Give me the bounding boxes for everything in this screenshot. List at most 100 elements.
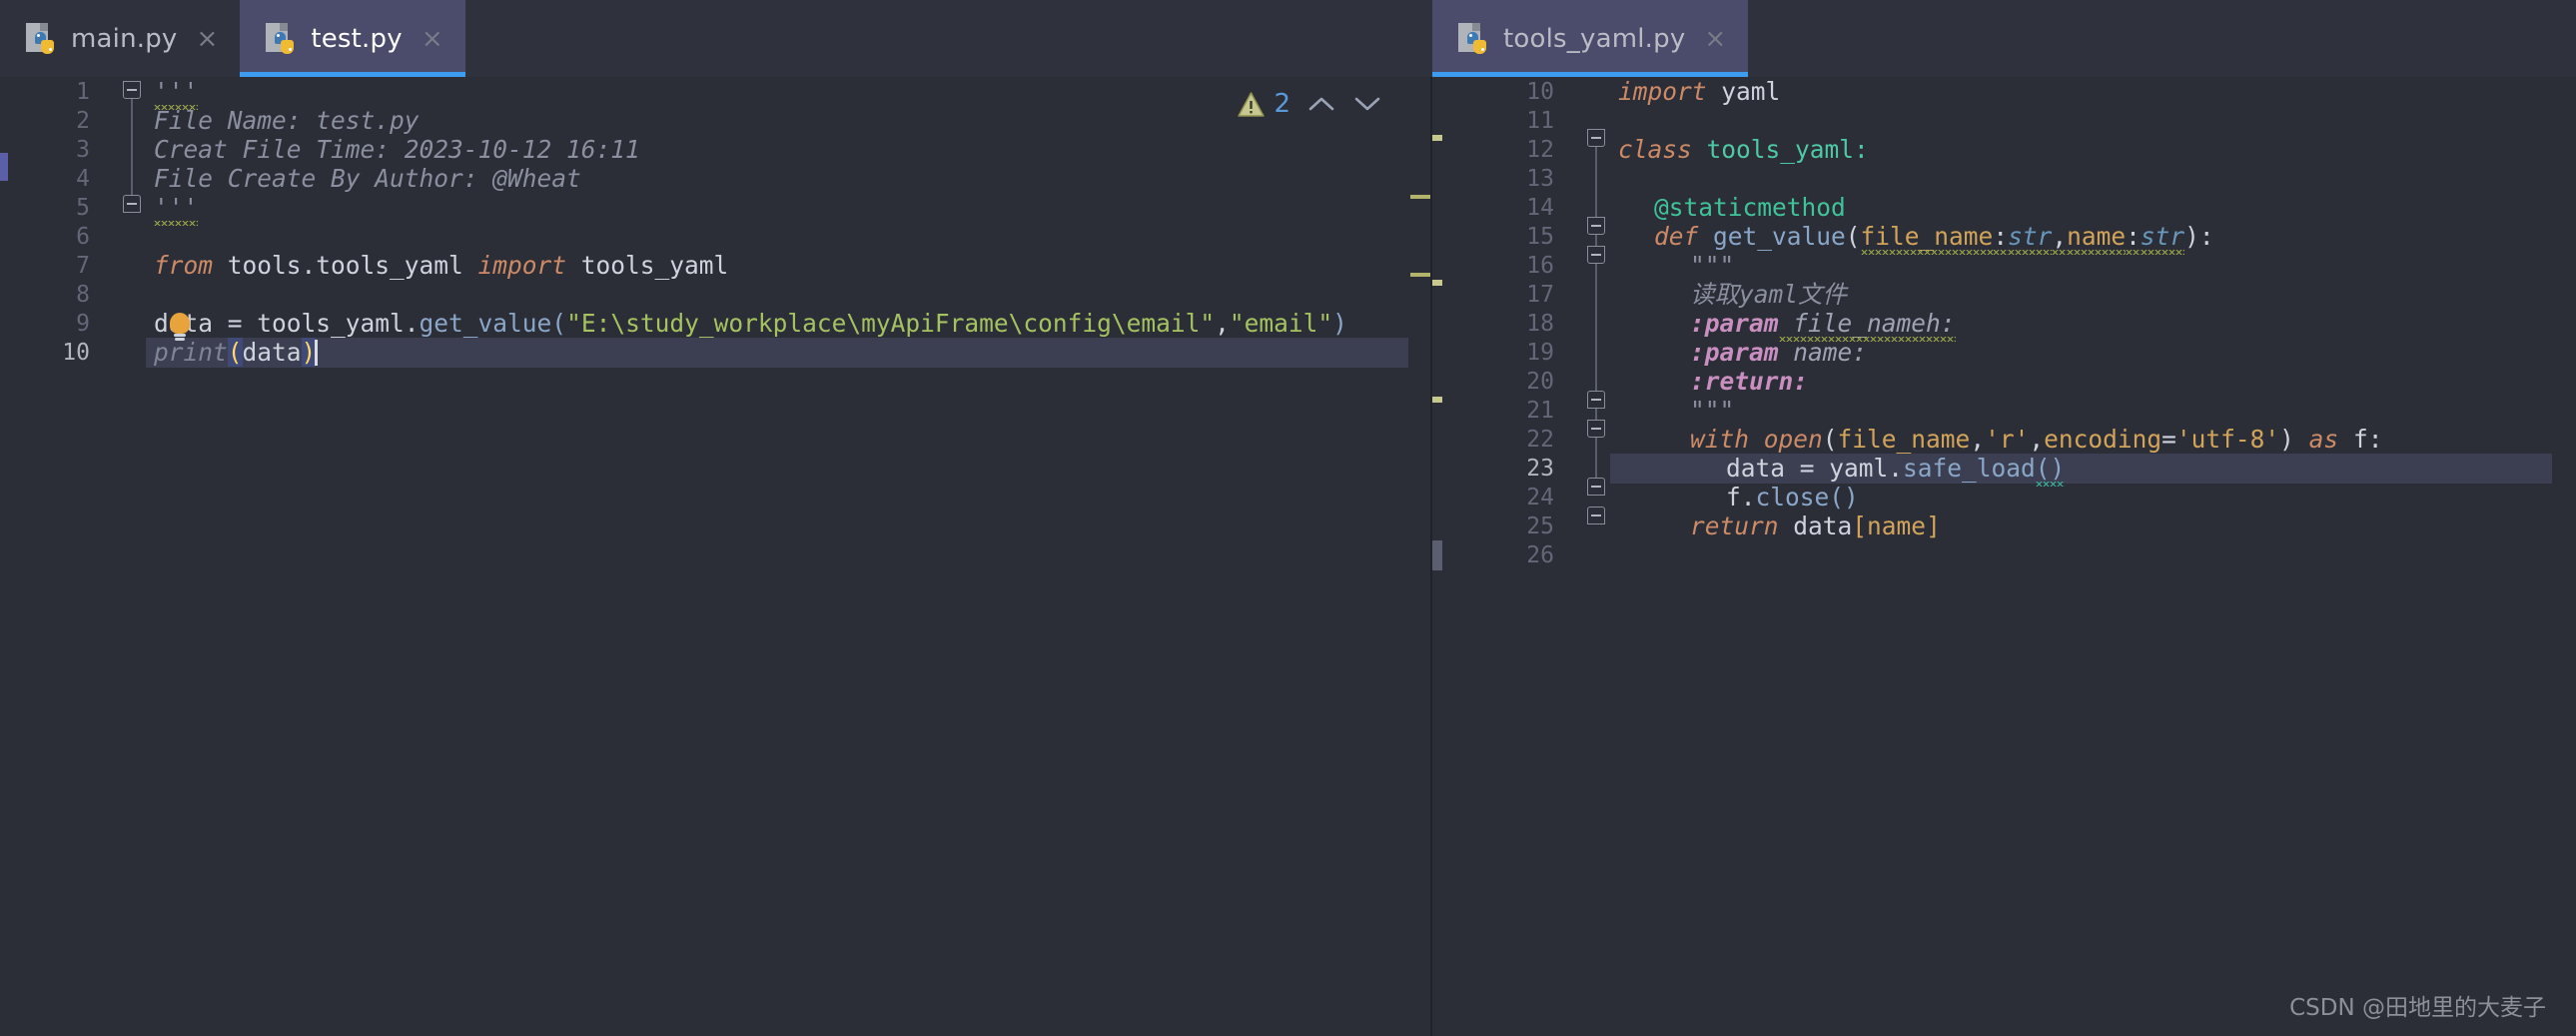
comma: ,: [1970, 425, 1986, 454]
code-line-20: :return:: [1610, 367, 2552, 397]
bracket-open: [: [1852, 512, 1868, 540]
line-number: 17: [1526, 282, 1554, 308]
fold-toggle-icon[interactable]: [1587, 129, 1605, 147]
docstring-text: File Create By Author: @Wheat: [154, 164, 581, 193]
paren-open-matched: (: [227, 338, 243, 367]
chevron-up-icon[interactable]: [1306, 89, 1336, 119]
builtin-open: open: [1749, 425, 1823, 454]
call-parens: (): [1829, 483, 1859, 512]
docstring-param-name: name:: [1778, 338, 1868, 367]
line-number-gutter-right[interactable]: 10 11 12 13 14 15 16 17 18 19 20 21 22 2…: [1442, 77, 1582, 1036]
line-number: 14: [1526, 195, 1554, 221]
fold-toggle-icon[interactable]: [1587, 420, 1605, 438]
function-name: get_value: [1698, 222, 1846, 251]
error-stripe-right[interactable]: [2552, 77, 2576, 1036]
code-line-7: from tools.tools_yaml import tools_yaml: [146, 251, 1408, 281]
object-ref: yaml.: [1829, 454, 1904, 483]
line-number-gutter-left[interactable]: 1 2 3 4 5 6 7 8 9 10: [10, 77, 118, 1036]
error-stripe-left[interactable]: [1408, 77, 1432, 1036]
line-number: 4: [76, 166, 90, 192]
code-line-16: """: [1610, 251, 2552, 281]
close-icon[interactable]: ×: [422, 26, 443, 52]
chevron-down-icon[interactable]: [1352, 89, 1382, 119]
method-safe-load: safe_load: [1903, 454, 2036, 483]
warning-indicator[interactable]: 2: [1238, 89, 1290, 119]
keyword-return: return: [1690, 512, 1779, 540]
line-number: 6: [76, 224, 90, 250]
line-number: 11: [1526, 108, 1554, 134]
parameter-name: name: [2067, 222, 2127, 251]
code-line-9: data = tools_yaml.get_value("E:\study_wo…: [146, 309, 1408, 339]
keyword-from: from: [154, 251, 214, 280]
line-number: 25: [1526, 514, 1554, 539]
line-number: 7: [76, 253, 90, 279]
editor-tab-bar: main.py × test.py × tools_yaml.py ×: [0, 0, 2576, 77]
left-marker-strip[interactable]: [0, 77, 10, 1036]
close-icon[interactable]: ×: [197, 26, 219, 52]
fold-toggle-icon[interactable]: [1587, 217, 1605, 235]
ide-window: main.py × test.py × tools_yaml.py × 1 2 …: [0, 0, 2576, 1036]
bookmark-marker: [0, 153, 8, 181]
argument: data: [242, 338, 302, 367]
comma: ,: [2052, 222, 2068, 251]
call-parens: (): [2035, 454, 2066, 483]
keyword-as: as: [2293, 425, 2339, 454]
docstring-param-name: file_nameh:: [1778, 309, 1956, 338]
kwarg-encoding: encoding: [2044, 425, 2162, 454]
warning-tick[interactable]: [1410, 195, 1430, 199]
line-number: 2: [76, 108, 90, 134]
editor-pane-tools-yaml-py: 10 11 12 13 14 15 16 17 18 19 20 21 22 2…: [1432, 77, 2576, 1036]
fold-toggle-icon[interactable]: [1587, 507, 1605, 524]
paren-close: ): [1332, 309, 1347, 338]
warning-triangle-icon: [1238, 91, 1266, 117]
tab-tools-yaml-py[interactable]: tools_yaml.py ×: [1432, 0, 1749, 77]
code-line-25: return data[name]: [1610, 512, 2552, 541]
fold-toggle-icon[interactable]: [1587, 478, 1605, 496]
tab-main-py[interactable]: main.py ×: [0, 0, 240, 77]
close-icon[interactable]: ×: [1704, 26, 1726, 52]
tab-group-right: tools_yaml.py ×: [1432, 0, 1749, 77]
line-number: 22: [1526, 427, 1554, 453]
python-file-icon: [266, 22, 296, 55]
docstring-close-quotes: ''': [154, 193, 199, 222]
docstring-tag-param: :param: [1690, 309, 1779, 338]
docstring-text: Creat File Time: 2023-10-12 16:11: [154, 135, 640, 164]
warning-tick[interactable]: [1410, 273, 1430, 277]
line-number: 12: [1526, 137, 1554, 163]
fold-toggle-icon[interactable]: [1587, 391, 1605, 409]
line-number: 21: [1526, 398, 1554, 424]
comma: ,: [1215, 309, 1230, 338]
code-folding-gutter-left[interactable]: [118, 77, 146, 1036]
right-marker-strip[interactable]: [1432, 77, 1442, 1036]
type-annotation: str: [2140, 222, 2185, 251]
tab-test-py[interactable]: test.py ×: [240, 0, 465, 77]
code-line-5: ''': [146, 193, 1408, 223]
string-literal-mode: 'r': [1985, 425, 2030, 454]
tab-label: tools_yaml.py: [1503, 23, 1686, 54]
intention-bulb-icon[interactable]: [168, 313, 192, 343]
keyword-class: class: [1618, 135, 1692, 164]
paren-close: ): [2279, 425, 2294, 454]
code-line-14: @staticmethod: [1610, 193, 2552, 223]
fold-toggle-icon[interactable]: [1587, 246, 1605, 264]
line-number: 10: [1526, 79, 1554, 105]
keyword-with: with: [1690, 425, 1750, 454]
editor-pane-test-py: 1 2 3 4 5 6 7 8 9 10 ''' File Name: test…: [0, 77, 1432, 1036]
fold-toggle-icon[interactable]: [123, 195, 141, 213]
code-line-4: File Create By Author: @Wheat: [146, 164, 1408, 194]
decorator-staticmethod: @staticmethod: [1654, 193, 1846, 222]
tab-label: test.py: [311, 23, 403, 54]
fold-toggle-icon[interactable]: [123, 81, 141, 99]
line-number: 23: [1526, 456, 1554, 482]
code-folding-gutter-right[interactable]: [1582, 77, 1610, 1036]
parameter-file-name: file_name: [1860, 222, 1994, 251]
code-area-tools-yaml-py[interactable]: import yaml class tools_yaml: @staticmet…: [1610, 77, 2552, 1036]
line-number: 5: [76, 195, 90, 221]
string-literal-key: "email": [1229, 309, 1333, 338]
code-area-test-py[interactable]: ''' File Name: test.py Creat File Time: …: [146, 77, 1408, 1036]
assign-target: data =: [1726, 454, 1830, 483]
method-close: close: [1755, 483, 1830, 512]
